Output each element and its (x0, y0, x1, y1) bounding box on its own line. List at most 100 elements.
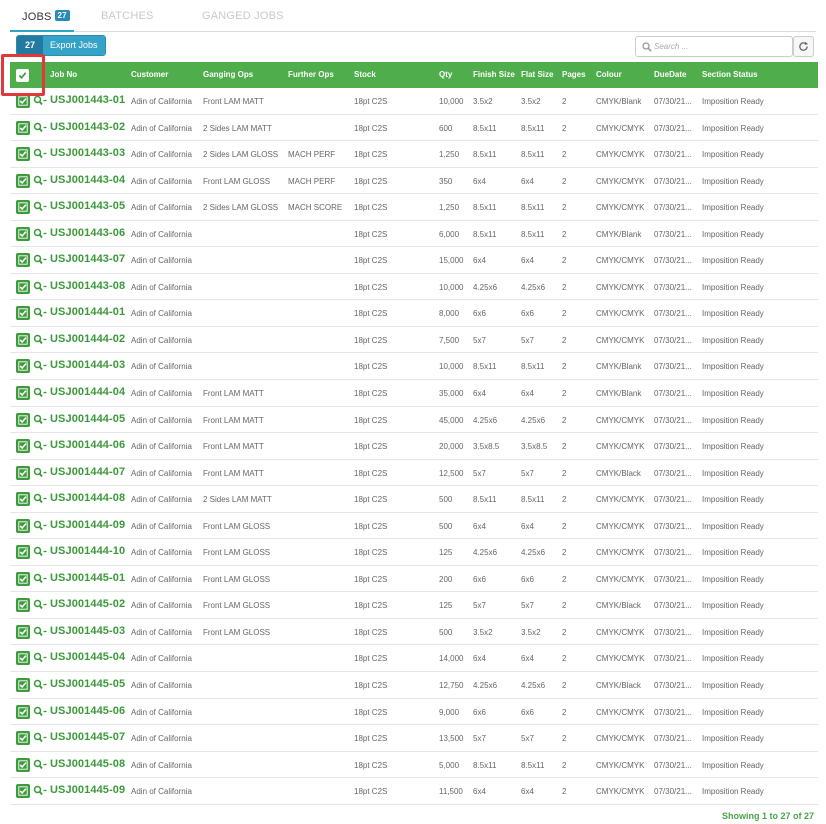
zoom-icon[interactable] (33, 679, 47, 691)
row-checkbox[interactable] (16, 120, 30, 135)
table-row[interactable]: USJ001443-04 Adin of California Front LAM … (10, 167, 818, 195)
tab-batches[interactable]: BATCHES (101, 10, 154, 22)
job-number-link[interactable]: USJ001443-04 (50, 174, 125, 186)
table-row[interactable]: USJ001445-04 Adin of California 18pt C2S 14… (10, 645, 818, 673)
job-number-link[interactable]: USJ001445-03 (50, 625, 125, 637)
table-row[interactable]: USJ001443-01 Adin of California Front LAM … (10, 88, 818, 115)
row-checkbox[interactable] (16, 518, 30, 533)
table-row[interactable]: USJ001444-10 Adin of California Front LAM … (10, 539, 818, 566)
job-number-link[interactable]: USJ001443-03 (50, 147, 125, 159)
job-number-link[interactable]: USJ001443-06 (50, 227, 125, 239)
row-checkbox[interactable] (16, 147, 30, 162)
row-checkbox[interactable] (16, 412, 30, 427)
table-row[interactable]: USJ001444-09 Adin of California Front LAM … (10, 512, 818, 540)
job-number-link[interactable]: USJ001443-01 (50, 94, 125, 106)
zoom-icon[interactable] (33, 360, 47, 372)
col-customer[interactable]: Customer (131, 70, 168, 79)
row-checkbox[interactable] (16, 731, 30, 746)
row-checkbox[interactable] (16, 359, 30, 374)
row-checkbox[interactable] (16, 253, 30, 268)
row-checkbox[interactable] (16, 386, 30, 401)
col-finish-size[interactable]: Finish Size (473, 70, 515, 79)
table-row[interactable]: USJ001444-08 Adin of California 2 Sides LA… (10, 486, 818, 513)
job-number-link[interactable]: USJ001443-02 (50, 121, 125, 133)
row-checkbox[interactable] (16, 465, 30, 480)
job-number-link[interactable]: USJ001444-06 (50, 439, 125, 451)
row-checkbox[interactable] (16, 704, 30, 719)
table-row[interactable]: USJ001444-07 Adin of California Front LAM … (10, 459, 818, 487)
job-number-link[interactable]: USJ001443-05 (50, 200, 125, 212)
row-checkbox[interactable] (16, 545, 30, 560)
zoom-icon[interactable] (33, 148, 47, 160)
zoom-icon[interactable] (33, 706, 47, 718)
row-checkbox[interactable] (16, 173, 30, 188)
zoom-icon[interactable] (33, 573, 47, 585)
zoom-icon[interactable] (33, 414, 47, 426)
zoom-icon[interactable] (33, 175, 47, 187)
tab-jobs[interactable]: JOBS 27 (22, 10, 70, 23)
row-checkbox[interactable] (16, 678, 30, 693)
row-checkbox[interactable] (16, 332, 30, 347)
col-further-ops[interactable]: Further Ops (288, 70, 334, 79)
zoom-icon[interactable] (33, 467, 47, 479)
table-row[interactable]: USJ001443-06 Adin of California 18pt C2S 6,… (10, 220, 818, 248)
row-checkbox[interactable] (16, 784, 30, 799)
col-flat-size[interactable]: Flat Size (521, 70, 553, 79)
job-number-link[interactable]: USJ001444-09 (50, 519, 125, 531)
zoom-icon[interactable] (33, 546, 47, 558)
col-qty[interactable]: Qty (439, 70, 452, 79)
table-row[interactable]: USJ001444-04 Adin of California Front LAM … (10, 380, 818, 407)
zoom-icon[interactable] (33, 493, 47, 505)
table-row[interactable]: USJ001445-06 Adin of California 18pt C2S 9,… (10, 698, 818, 726)
row-checkbox[interactable] (16, 439, 30, 454)
row-checkbox[interactable] (16, 598, 30, 613)
table-row[interactable]: USJ001444-06 Adin of California Front LAM … (10, 433, 818, 460)
select-all-checkbox[interactable] (16, 69, 29, 82)
col-stock[interactable]: Stock (354, 70, 376, 79)
col-pages[interactable]: Pages (562, 70, 586, 79)
table-row[interactable]: USJ001444-02 Adin of California 18pt C2S 7,… (10, 326, 818, 354)
col-job-no[interactable]: Job No (50, 70, 77, 79)
zoom-icon[interactable] (33, 201, 47, 213)
table-row[interactable]: USJ001443-07 Adin of California 18pt C2S 15… (10, 247, 818, 274)
job-number-link[interactable]: USJ001444-02 (50, 333, 125, 345)
row-checkbox[interactable] (16, 226, 30, 241)
zoom-icon[interactable] (33, 387, 47, 399)
job-number-link[interactable]: USJ001444-07 (50, 466, 125, 478)
job-number-link[interactable]: USJ001444-10 (50, 545, 125, 557)
row-checkbox[interactable] (16, 492, 30, 507)
job-number-link[interactable]: USJ001444-05 (50, 413, 125, 425)
row-checkbox[interactable] (16, 279, 30, 294)
zoom-icon[interactable] (33, 254, 47, 266)
table-row[interactable]: USJ001445-07 Adin of California 18pt C2S 13… (10, 725, 818, 752)
zoom-icon[interactable] (33, 520, 47, 532)
zoom-icon[interactable] (33, 122, 47, 134)
job-number-link[interactable]: USJ001443-07 (50, 253, 125, 265)
tab-ganged-jobs[interactable]: GANGED JOBS (202, 10, 284, 22)
row-checkbox[interactable] (16, 200, 30, 215)
refresh-button[interactable] (793, 36, 814, 57)
table-row[interactable]: USJ001445-08 Adin of California 18pt C2S 5,… (10, 751, 818, 779)
job-number-link[interactable]: USJ001444-03 (50, 359, 125, 371)
zoom-icon[interactable] (33, 626, 47, 638)
zoom-icon[interactable] (33, 785, 47, 797)
table-row[interactable]: USJ001445-01 Adin of California Front LAM … (10, 565, 818, 593)
job-number-link[interactable]: USJ001445-08 (50, 758, 125, 770)
row-checkbox[interactable] (16, 624, 30, 639)
zoom-icon[interactable] (33, 759, 47, 771)
search-input[interactable] (654, 39, 786, 54)
table-row[interactable]: USJ001444-01 Adin of California 18pt C2S 8,… (10, 300, 818, 327)
zoom-icon[interactable] (33, 307, 47, 319)
job-number-link[interactable]: USJ001445-06 (50, 705, 125, 717)
job-number-link[interactable]: USJ001443-08 (50, 280, 125, 292)
table-row[interactable]: USJ001444-03 Adin of California 18pt C2S 10… (10, 353, 818, 381)
job-number-link[interactable]: USJ001444-08 (50, 492, 125, 504)
table-row[interactable]: USJ001443-08 Adin of California 18pt C2S 10… (10, 273, 818, 301)
col-colour[interactable]: Colour (596, 70, 622, 79)
job-number-link[interactable]: USJ001445-05 (50, 678, 125, 690)
col-ganging-ops[interactable]: Ganging Ops (203, 70, 253, 79)
row-checkbox[interactable] (16, 94, 30, 108)
table-row[interactable]: USJ001443-02 Adin of California 2 Sides LA… (10, 114, 818, 142)
job-number-link[interactable]: USJ001444-01 (50, 306, 125, 318)
zoom-icon[interactable] (33, 281, 47, 293)
